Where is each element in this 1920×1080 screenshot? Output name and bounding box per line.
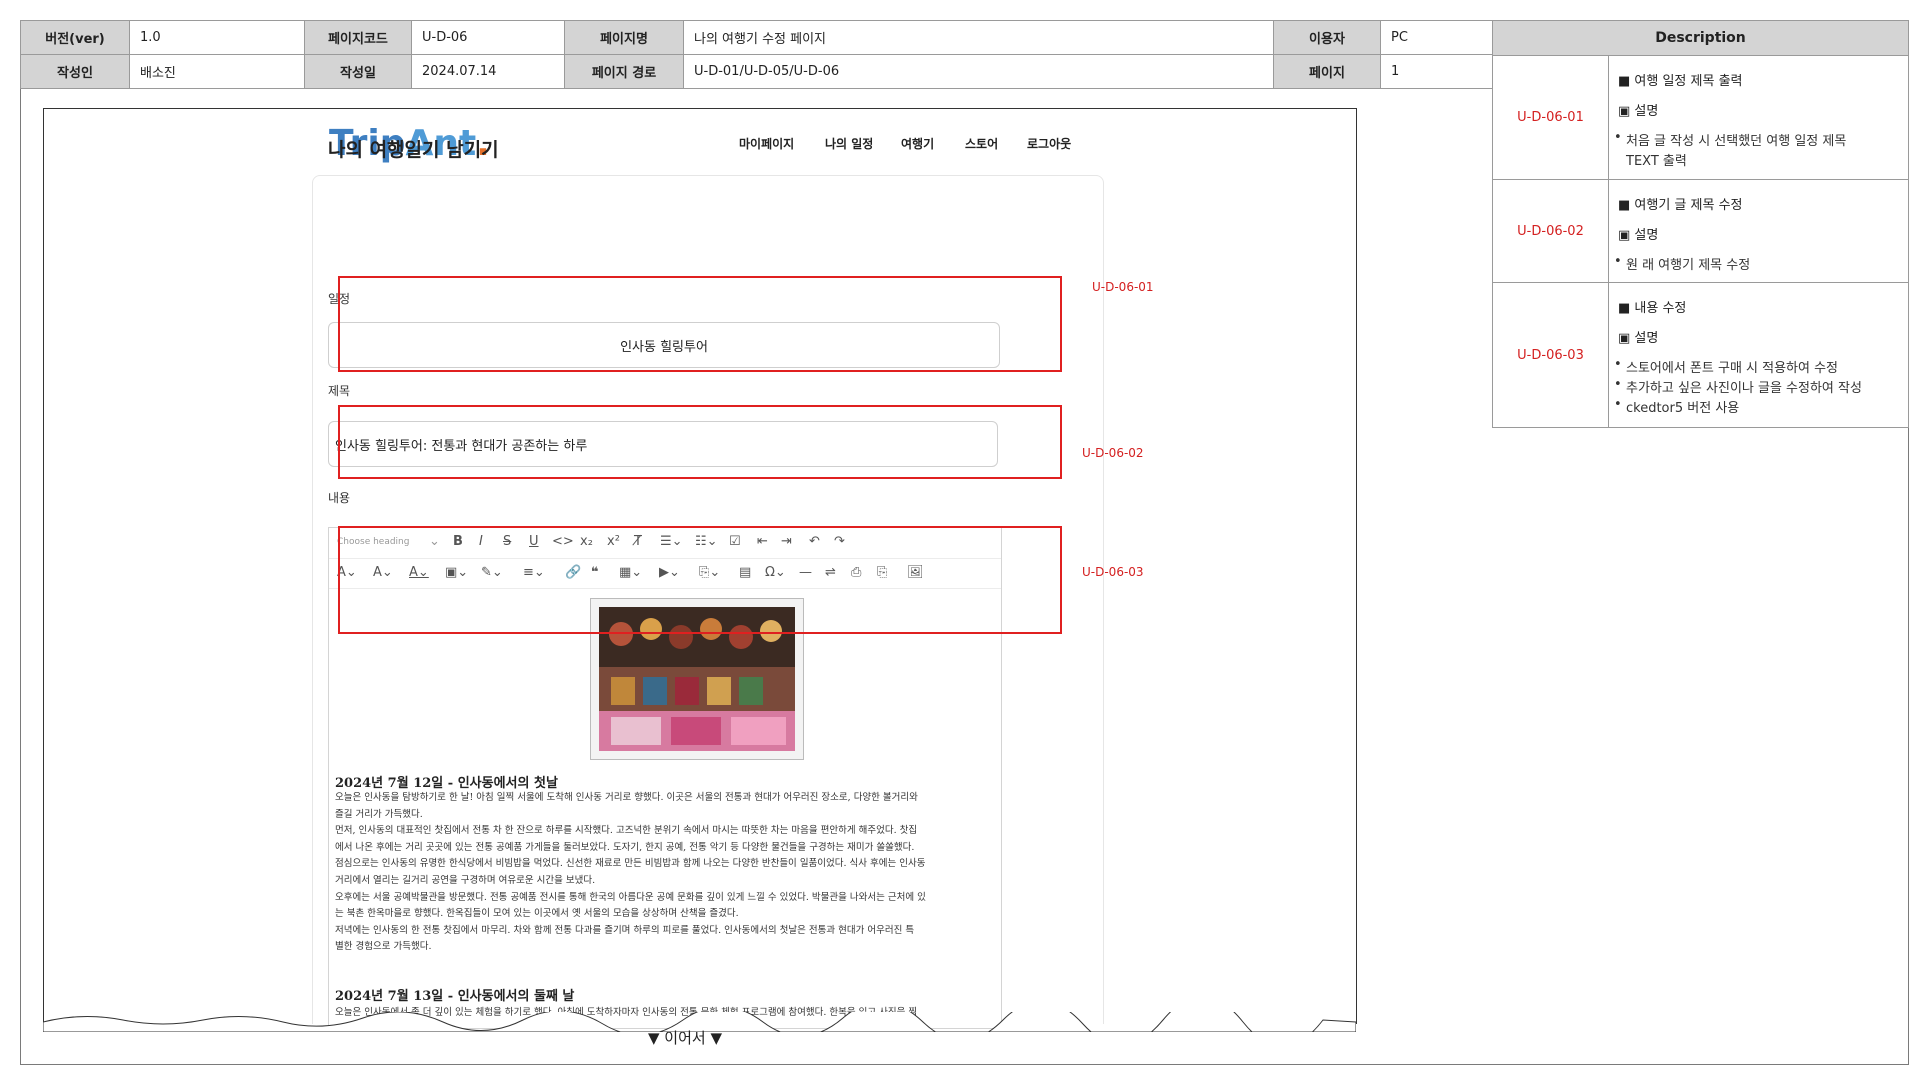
date-value: 2024.07.14 [411, 54, 565, 89]
annotation-label-1: U-D-06-01 [1092, 280, 1154, 294]
description-row-3: U-D-06-03 ■ 내용 수정 ▣ 설명 스토어에서 폰트 구매 시 적용하… [1492, 283, 1909, 428]
description-sub-1: ▣ 설명 [1618, 104, 1659, 119]
pagename-label: 페이지명 [564, 20, 684, 55]
paragraph-line: 먼저, 인사동의 대표적인 찻집에서 전통 차 한 잔으로 하루를 시작했다. … [335, 825, 918, 837]
nav-mypage[interactable]: 마이페이지 [739, 135, 794, 152]
annotation-box-2 [338, 405, 1062, 479]
user-value: PC [1380, 20, 1493, 55]
paragraph-line: 거리에서 열리는 길거리 공연을 구경하며 여유로운 시간을 보냈다. [335, 874, 596, 886]
description-id-2: U-D-06-02 [1493, 180, 1609, 282]
day1-paragraph: 오늘은 인사동을 탐방하기로 한 날! 아침 일찍 서울에 도착해 인사동 거리… [335, 790, 995, 956]
description-id-3: U-D-06-03 [1493, 283, 1609, 427]
description-bullet-3-2: 추가하고 싶은 사진이나 글을 수정하여 작성 [1614, 377, 1862, 396]
paragraph-line: 오늘은 인사동을 탐방하기로 한 날! 아침 일찍 서울에 도착해 인사동 거리… [335, 792, 918, 803]
day2-heading: 2024년 7월 13일 - 인사동에서의 둘째 날 [335, 989, 575, 1004]
subject-label: 제목 [328, 384, 351, 398]
annotation-label-2: U-D-06-02 [1082, 446, 1144, 460]
pagename-value: 나의 여행기 수정 페이지 [683, 20, 1274, 55]
user-label: 이용자 [1273, 20, 1381, 55]
paragraph-line: 는 북촌 한옥마을로 향했다. 한옥집들이 모여 있는 이곳에서 옛 서울의 모… [335, 908, 739, 920]
spec-header-table: 버전(ver) 1.0 페이지코드 U-D-06 페이지명 나의 여행기 수정 … [20, 20, 1493, 90]
description-row-2: U-D-06-02 ■ 여행기 글 제목 수정 ▣ 설명 원 래 여행기 제목 … [1492, 180, 1909, 283]
description-title-1: ■ 여행 일정 제목 출력 [1618, 74, 1743, 89]
description-sub-3: ▣ 설명 [1618, 331, 1659, 346]
annotation-label-3: U-D-06-03 [1082, 565, 1144, 579]
path-label: 페이지 경로 [564, 54, 684, 89]
description-sub-2: ▣ 설명 [1618, 228, 1659, 243]
description-title: Description [1492, 20, 1909, 56]
annotation-box-3 [338, 526, 1062, 634]
page-label: 페이지 [1273, 54, 1381, 89]
paragraph-line: 즐길 거리가 가득했다. [335, 808, 423, 820]
paragraph-line: 점심으로는 인사동의 유명한 한식당에서 비빔밥을 먹었다. 신선한 재료로 만… [335, 858, 926, 870]
content-label: 내용 [328, 491, 351, 505]
paragraph-line: 에서 나온 후에는 거리 곳곳에 있는 전통 공예품 가게들을 둘러보았다. 도… [335, 841, 915, 853]
description-row-1: U-D-06-01 ■ 여행 일정 제목 출력 ▣ 설명 처음 글 작성 시 선… [1492, 56, 1909, 180]
page-title: 나의 여행일기 남기기 [328, 139, 499, 161]
description-bullet-3-1: 스토어에서 폰트 구매 시 적용하여 수정 [1614, 357, 1838, 376]
paragraph-line: 오후에는 서울 공예박물관을 방문했다. 전통 공예품 전시를 통해 한국의 아… [335, 891, 926, 903]
description-bullet-1-2: TEXT 출력 [1626, 154, 1687, 169]
pagecode-label: 페이지코드 [304, 20, 412, 55]
day1-heading: 2024년 7월 12일 - 인사동에서의 첫날 [335, 776, 558, 791]
nav-logout[interactable]: 로그아웃 [1027, 135, 1071, 152]
page-value: 1 [1380, 54, 1493, 89]
description-bullet-1-1: 처음 글 작성 시 선택했던 여행 일정 제목 [1614, 130, 1846, 149]
version-value: 1.0 [129, 20, 305, 55]
author-value: 배소진 [129, 54, 305, 89]
version-label: 버전(ver) [20, 20, 130, 55]
description-id-1: U-D-06-01 [1493, 56, 1609, 179]
annotation-box-1 [338, 276, 1062, 372]
date-label: 작성일 [304, 54, 412, 89]
author-label: 작성인 [20, 54, 130, 89]
path-value: U-D-01/U-D-05/U-D-06 [683, 54, 1274, 89]
pagecode-value: U-D-06 [411, 20, 565, 55]
nav-my-schedule[interactable]: 나의 일정 [825, 135, 873, 152]
nav-store[interactable]: 스토어 [965, 135, 998, 152]
description-title-3: ■ 내용 수정 [1618, 301, 1687, 316]
paragraph-line: 저녁에는 인사동의 한 전통 찻집에서 마무리. 차와 함께 전통 다과를 즐기… [335, 924, 915, 936]
nav-travelogue[interactable]: 여행기 [901, 135, 934, 152]
description-bullet-3-3: ckedtor5 버전 사용 [1614, 397, 1739, 416]
description-bullet-2-1: 원 래 여행기 제목 수정 [1614, 254, 1750, 273]
description-title-2: ■ 여행기 글 제목 수정 [1618, 198, 1743, 213]
continued-marker: ▼ 이어서 ▼ [648, 1029, 723, 1047]
paragraph-line: 별한 경험으로 가득했다. [335, 941, 432, 953]
